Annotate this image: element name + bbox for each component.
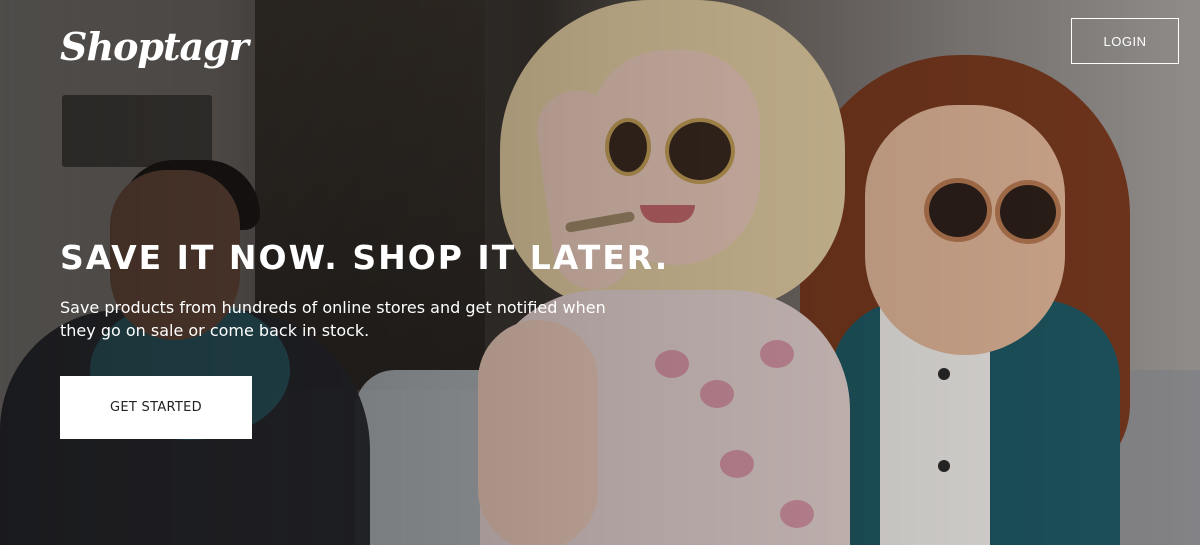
hero-section: Shoptagr LOGIN SAVE IT NOW. SHOP IT LATE… (0, 0, 1200, 545)
hero-subtext: Save products from hundreds of online st… (60, 298, 606, 340)
hero-headline: SAVE IT NOW. SHOP IT LATER. (60, 238, 670, 277)
login-button[interactable]: LOGIN (1071, 18, 1179, 64)
get-started-button[interactable]: GET STARTED (60, 376, 252, 439)
logo[interactable]: Shoptagr (60, 24, 249, 69)
